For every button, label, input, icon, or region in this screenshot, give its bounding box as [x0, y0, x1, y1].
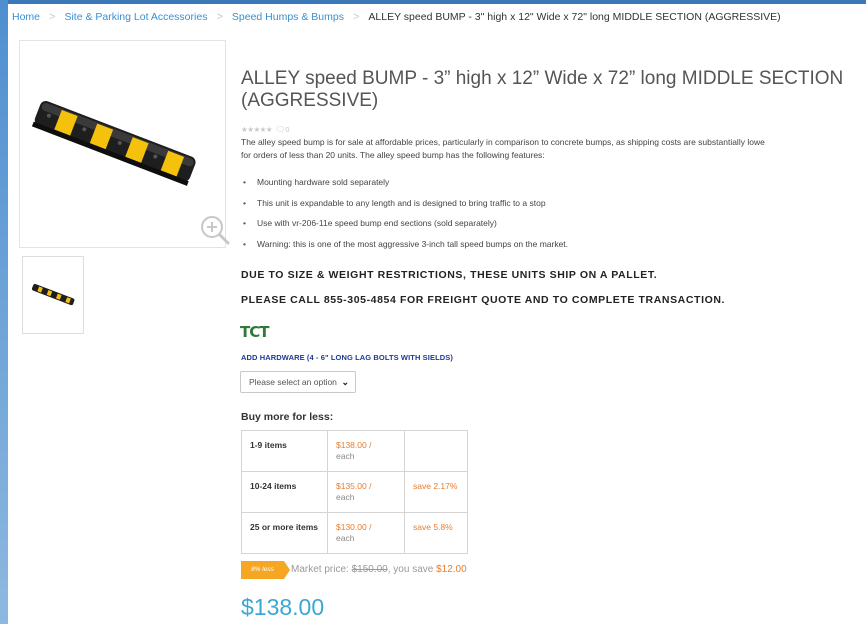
chevron-down-icon: ⌄ — [341, 377, 349, 387]
product-price: $138.00 — [241, 594, 325, 620]
tier-price-unit: each — [336, 533, 355, 543]
tier-price-value: $138.00 / — [336, 440, 372, 450]
breadcrumb-home[interactable]: Home — [12, 11, 40, 23]
product-title: ALLEY speed BUMP - 3” high x 12” Wide x … — [241, 68, 844, 111]
discount-badge: 8% less — [241, 561, 290, 579]
feature-item: This unit is expandable to any length an… — [241, 197, 568, 218]
table-row: 25 or more items $130.00 /each save 5.8% — [241, 512, 468, 554]
product-main-image[interactable] — [19, 40, 230, 248]
tier-quantity: 10-24 items — [241, 471, 328, 513]
comment-icon: 🗨 — [275, 125, 286, 134]
window-frame-left — [0, 0, 8, 624]
breadcrumb-separator: > — [352, 11, 360, 23]
tier-savings — [404, 430, 468, 472]
tier-price-value: $130.00 / — [336, 522, 372, 532]
brand-logo: TCT — [240, 323, 270, 340]
rating-stars: ★★★★★ — [241, 125, 273, 134]
you-save-label: , you save — [387, 564, 437, 575]
breadcrumb-subcategory[interactable]: Speed Humps & Bumps — [232, 11, 344, 23]
zoom-icon[interactable] — [198, 213, 232, 247]
breadcrumb-separator: > — [49, 11, 56, 23]
you-save-amount: $12.00 — [436, 564, 467, 575]
tier-price: $138.00 /each — [327, 430, 405, 472]
tier-quantity: 25 or more items — [241, 512, 328, 554]
product-page: Home > Site & Parking Lot Accessories > Spee… — [8, 4, 866, 624]
feature-item: Warning: this is one of the most aggress… — [241, 238, 568, 259]
tier-price-unit: each — [336, 492, 355, 502]
brand-logo-text: TCT — [240, 323, 270, 340]
hardware-label: ADD HARDWARE (4 - 6" LONG LAG BOLTS WITH… — [241, 353, 453, 362]
hardware-select[interactable]: Please select an option ⌄ — [240, 371, 356, 393]
tier-price-unit: each — [336, 451, 355, 461]
breadcrumb-separator: > — [216, 11, 223, 23]
product-thumbnail[interactable] — [22, 256, 84, 334]
feature-list: Mounting hardware sold separately This u… — [241, 176, 568, 258]
speed-bump-image — [31, 101, 196, 186]
tier-price-value: $135.00 / — [336, 481, 372, 491]
description-line: The alley speed bump is for sale at affo… — [241, 137, 765, 147]
breadcrumb: Home > Site & Parking Lot Accessories > Spee… — [12, 11, 781, 23]
review-count: 0 — [285, 125, 289, 134]
tier-savings: save 5.8% — [404, 512, 468, 554]
table-row: 10-24 items $135.00 /each save 2.17% — [241, 471, 468, 513]
feature-item: Use with vr-206-11e speed bump end secti… — [241, 217, 568, 238]
hardware-select-value: Please select an option — [249, 377, 337, 387]
freight-notice: PLEASE CALL 855-305-4854 FOR FREIGHT QUO… — [241, 294, 726, 306]
tier-price: $130.00 /each — [327, 512, 405, 554]
description-line: for orders of less than 20 units. The al… — [241, 149, 545, 160]
market-price-label: Market price: — [291, 564, 352, 575]
product-description: The alley speed bump is for sale at affo… — [241, 136, 866, 161]
shipping-notice: DUE TO SIZE & WEIGHT RESTRICTIONS, THESE… — [241, 269, 658, 281]
thumbnail-image — [31, 283, 75, 306]
market-price-line: Market price: $150.00, you save $12.00 — [291, 564, 467, 575]
feature-item: Mounting hardware sold separately — [241, 176, 568, 197]
tier-savings: save 2.17% — [404, 471, 468, 513]
table-row: 1-9 items $138.00 /each — [241, 430, 468, 472]
breadcrumb-current: ALLEY speed BUMP - 3" high x 12" Wide x … — [368, 11, 781, 23]
tier-pricing-heading: Buy more for less: — [241, 411, 334, 423]
product-rating[interactable]: ★★★★★ 🗨0 — [241, 125, 289, 134]
market-price: $150.00 — [351, 564, 388, 575]
breadcrumb-category[interactable]: Site & Parking Lot Accessories — [64, 11, 207, 23]
tier-quantity: 1-9 items — [241, 430, 328, 472]
tier-pricing-table: 1-9 items $138.00 /each 10-24 items $135… — [241, 430, 468, 554]
tier-price: $135.00 /each — [327, 471, 405, 513]
